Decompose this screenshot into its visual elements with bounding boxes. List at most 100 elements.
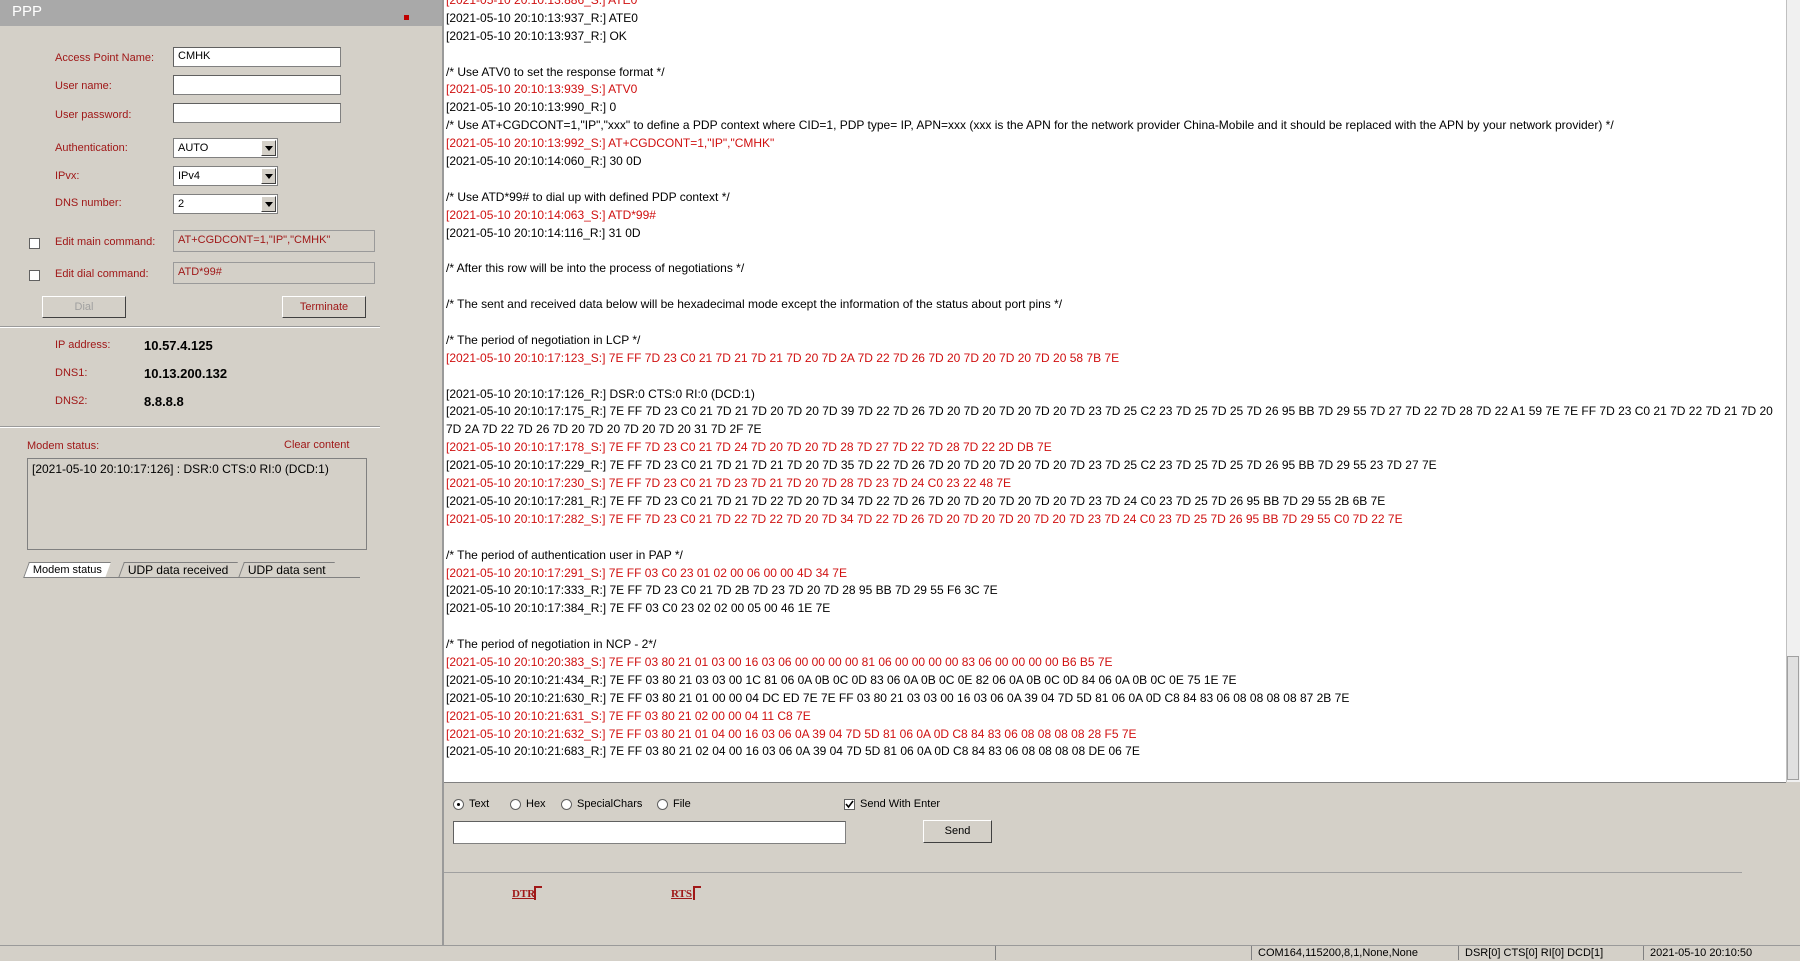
log-line-comment: /* Use AT+CGDCONT=1,"IP","xxx" to define… — [446, 118, 1614, 133]
edit-main-command-checkbox[interactable] — [29, 238, 40, 249]
apn-input[interactable]: CMHK — [173, 47, 341, 67]
edit-main-command-label: Edit main command: — [55, 236, 156, 248]
panel-title-bar — [0, 0, 442, 26]
tab-label: UDP data received — [127, 563, 229, 577]
user-password-input[interactable] — [173, 103, 341, 123]
log-line-comment — [446, 529, 1782, 547]
checkmark-icon — [845, 800, 854, 809]
log-line-comment: /* The sent and received data below will… — [446, 297, 1063, 312]
dns-number-select[interactable]: 2 — [173, 194, 278, 214]
status-bar-blank — [995, 946, 1252, 960]
user-name-label: User name: — [55, 80, 112, 92]
log-line-sent: [2021-05-10 20:10:14:063_S:] ATD*99# — [446, 207, 656, 222]
authentication-select[interactable]: AUTO — [173, 138, 278, 158]
dial-command-field[interactable]: ATD*99# — [173, 262, 375, 284]
dns-number-value: 2 — [178, 198, 185, 210]
ip-address-label: IP address: — [55, 339, 111, 351]
specialchars-mode-radio[interactable] — [561, 799, 572, 810]
log-line-comment — [446, 171, 1782, 189]
dns1-value: 10.13.200.132 — [144, 366, 228, 381]
log-line-comment — [446, 242, 1782, 260]
specialchars-mode-label: SpecialChars — [577, 798, 643, 810]
user-name-input[interactable] — [173, 75, 341, 95]
dial-button[interactable]: Dial — [42, 296, 126, 318]
chevron-down-icon[interactable] — [261, 140, 276, 156]
authentication-label: Authentication: — [55, 142, 128, 154]
log-line-comment — [446, 314, 1782, 332]
log-line-sent: [2021-05-10 20:10:17:282_S:] 7E FF 7D 23… — [446, 511, 1403, 526]
log-line-comment — [446, 368, 1782, 386]
log-line-comment: /* Use ATD*99# to dial up with defined P… — [446, 189, 730, 204]
dns2-label: DNS2: — [55, 395, 88, 407]
dns2-value: 8.8.8.8 — [144, 394, 184, 409]
clock: 2021-05-10 20:10:50 — [1643, 946, 1800, 960]
log-line-received: [2021-05-10 20:10:13:937_R:] OK — [446, 28, 627, 43]
log-line-comment — [446, 278, 1782, 296]
log-line-sent: [2021-05-10 20:10:13:992_S:] AT+CGDCONT=… — [446, 136, 775, 151]
divider — [444, 872, 1742, 873]
modem-status-box: [2021-05-10 20:10:17:126] : DSR:0 CTS:0 … — [27, 458, 367, 550]
text-mode-label: Text — [469, 798, 490, 810]
file-mode-label: File — [673, 798, 691, 810]
log-line-comment — [446, 618, 1782, 636]
dns1-label: DNS1: — [55, 367, 88, 379]
tab-label: UDP data sent — [247, 563, 326, 577]
tab-label: Modem status — [32, 564, 102, 576]
port-settings: COM164,115200,8,1,None,None — [1251, 946, 1458, 960]
log-line-received: [2021-05-10 20:10:14:060_R:] 30 0D — [446, 154, 642, 169]
rts-label: RTS — [671, 888, 693, 900]
log-line-comment: /* The period of negotiation in NCP - 2*… — [446, 637, 657, 652]
log-line-comment: /* Use ATV0 to set the response format *… — [446, 64, 665, 79]
text-mode-radio[interactable] — [453, 799, 464, 810]
pin-status: DSR[0] CTS[0] RI[0] DCD[1] — [1458, 946, 1645, 960]
log-line-sent: [2021-05-10 20:10:17:230_S:] 7E FF 7D 23… — [446, 476, 1012, 491]
chevron-down-icon[interactable] — [261, 196, 276, 212]
log-line-received: [2021-05-10 20:10:13:937_R:] ATE0 — [446, 10, 638, 25]
main-command-field[interactable]: AT+CGDCONT=1,"IP","CMHK" — [173, 230, 375, 252]
log-line-sent: [2021-05-10 20:10:13:886_S:] ATE0 — [446, 0, 638, 7]
log-line-sent: [2021-05-10 20:10:13:939_S:] ATV0 — [446, 82, 638, 97]
log-line-sent: [2021-05-10 20:10:17:178_S:] 7E FF 7D 23… — [446, 440, 1052, 455]
log-view[interactable]: [2021-05-10 20:10:13:886_S:] ATE0 [2021-0… — [444, 0, 1786, 783]
log-line-received: [2021-05-10 20:10:13:990_R:] 0 — [446, 100, 617, 115]
authentication-value: AUTO — [178, 142, 209, 154]
log-line-comment: /* The period of authentication user in … — [446, 547, 683, 562]
dtr-label: DTR — [512, 888, 536, 900]
hex-mode-label: Hex — [526, 798, 546, 810]
tab-udp-received[interactable]: UDP data received — [118, 562, 238, 578]
log-line-received: [2021-05-10 20:10:21:434_R:] 7E FF 03 80… — [446, 672, 1237, 687]
dtr-signal-icon[interactable] — [534, 886, 542, 900]
clear-content-link[interactable]: Clear content — [284, 439, 349, 451]
send-input[interactable] — [453, 821, 846, 844]
log-line-sent: [2021-05-10 20:10:17:291_S:] 7E FF 03 C0… — [446, 565, 847, 580]
log-line-received: [2021-05-10 20:10:17:126_R:] DSR:0 CTS:0… — [446, 386, 755, 401]
log-scrollbar-thumb[interactable] — [1787, 656, 1799, 780]
ipvx-value: IPv4 — [178, 170, 201, 182]
log-line-sent: [2021-05-10 20:10:20:383_S:] 7E FF 03 80… — [446, 654, 1113, 669]
divider — [0, 426, 380, 428]
ip-address-value: 10.57.4.125 — [144, 338, 213, 353]
edit-dial-command-checkbox[interactable] — [29, 270, 40, 281]
hex-mode-radio[interactable] — [510, 799, 521, 810]
ipvx-label: IPvx: — [55, 170, 80, 182]
divider — [0, 326, 380, 328]
send-with-enter-checkbox[interactable] — [844, 799, 855, 810]
tab-modem-status[interactable]: Modem status — [23, 562, 112, 578]
apn-label: Access Point Name: — [55, 52, 155, 64]
modem-status-text: [2021-05-10 20:10:17:126] : DSR:0 CTS:0 … — [32, 462, 329, 476]
log-line-received: [2021-05-10 20:10:21:630_R:] 7E FF 03 80… — [446, 690, 1350, 705]
send-with-enter-label: Send With Enter — [860, 798, 941, 810]
tab-udp-sent[interactable]: UDP data sent — [238, 562, 335, 578]
modem-status-label: Modem status: — [27, 440, 100, 452]
chevron-down-icon[interactable] — [261, 168, 276, 184]
send-button[interactable]: Send — [923, 820, 992, 843]
log-line-received: [2021-05-10 20:10:17:333_R:] 7E FF 7D 23… — [446, 583, 998, 598]
log-line-sent: [2021-05-10 20:10:21:631_S:] 7E FF 03 80… — [446, 708, 811, 723]
terminate-button[interactable]: Terminate — [282, 296, 366, 318]
edit-dial-command-label: Edit dial command: — [55, 268, 149, 280]
rts-signal-icon[interactable] — [693, 886, 701, 900]
log-line-comment — [446, 46, 1782, 64]
log-line-comment: /* The period of negotiation in LCP */ — [446, 332, 641, 347]
file-mode-radio[interactable] — [657, 799, 668, 810]
ipvx-select[interactable]: IPv4 — [173, 166, 278, 186]
